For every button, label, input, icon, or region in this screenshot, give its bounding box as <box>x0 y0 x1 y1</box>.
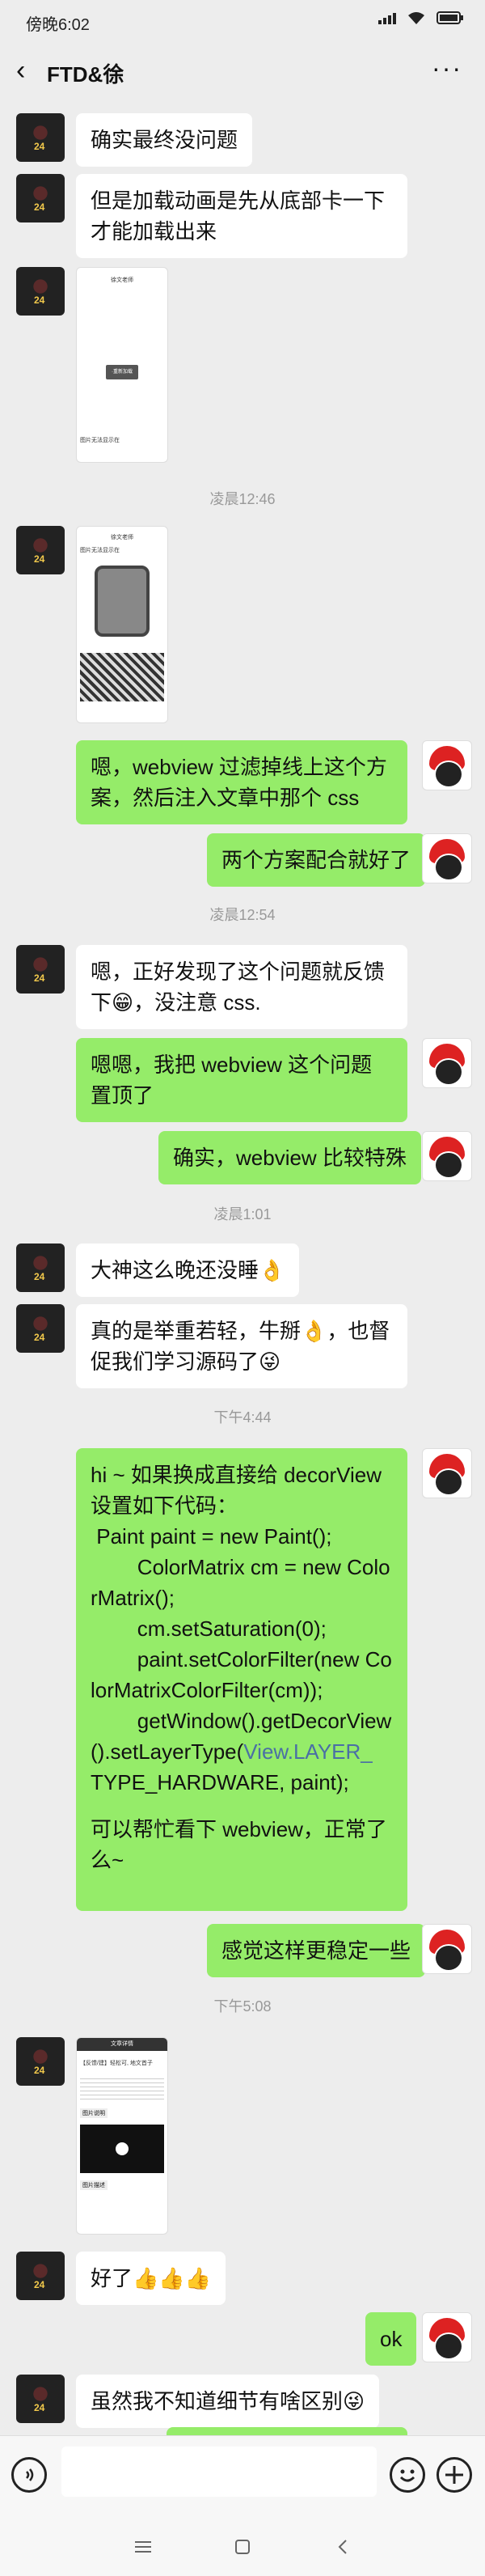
screenshot-tag: 图片描述 <box>80 2180 108 2190</box>
timestamp: 凌晨1:01 <box>213 1206 272 1222</box>
code-line: TYPE_HARDWARE, paint); <box>91 1770 349 1794</box>
message-bubble[interactable]: 好了👍👍👍 <box>76 2252 226 2305</box>
message-bubble[interactable]: 但是加载动画是先从底部卡一下才能加载出来 <box>76 174 407 258</box>
add-icon[interactable] <box>436 2457 472 2493</box>
message-bubble[interactable]: 嗯嗯，我把 webview 这个问题置顶了 <box>76 1038 407 1122</box>
timestamp: 下午4:44 <box>213 1409 272 1426</box>
avatar[interactable] <box>16 113 65 162</box>
comic-image <box>80 653 164 701</box>
avatar[interactable] <box>16 2037 65 2086</box>
code-line: paint.setColorFilter(new ColorMatrixColo… <box>91 1647 392 1702</box>
chat-title: FTD&徐 <box>47 62 124 87</box>
screenshot-tag: 图片说明 <box>80 2108 108 2118</box>
timestamp: 下午5:08 <box>213 1998 272 2015</box>
code-link[interactable]: View.LAYER_ <box>243 1739 372 1764</box>
message-bubble[interactable]: 嗯，webview 过滤掉线上这个方案，然后注入文章中那个 css <box>76 740 407 824</box>
avatar[interactable] <box>422 1038 472 1088</box>
screenshot-caption: 图片无法显示在 <box>80 548 120 553</box>
message-bubble[interactable]: 感觉这样更稳定一些 <box>207 1924 426 1977</box>
code-line: ColorMatrix cm = new ColorMatrix(); <box>91 1555 390 1610</box>
status-bar: 傍晚6:02 <box>0 0 485 40</box>
voice-icon[interactable] <box>11 2457 47 2493</box>
timestamp: 凌晨12:54 <box>209 907 276 923</box>
message-text: 可以帮忙看下 webview，正常了么~ <box>91 1817 387 1872</box>
message-bubble[interactable]: 确实最终没问题 <box>76 113 253 167</box>
screenshot-title: 徐文老师 <box>111 535 133 540</box>
avatar[interactable] <box>16 174 65 222</box>
message-bubble[interactable]: 虽然我不知道细节有啥区别😜 <box>76 2375 380 2428</box>
avatar[interactable] <box>16 526 65 574</box>
avatar[interactable] <box>16 2375 65 2423</box>
screenshot-title: 徐文老师 <box>111 278 133 283</box>
image-message[interactable]: 徐文老师 图片无法显示在 <box>76 526 168 723</box>
message-bubble[interactable]: 两个方案配合就好了 <box>207 833 426 887</box>
image-message[interactable]: 徐文老师 ·重新加载 图片无法显示在 <box>76 267 168 463</box>
screenshot-reload-button: ·重新加载 <box>106 365 138 379</box>
screenshot-text-lines <box>80 2075 164 2099</box>
emoji-icon[interactable] <box>390 2457 425 2493</box>
message-bubble[interactable]: 确实，webview 比较特殊 <box>158 1131 421 1184</box>
image-message[interactable]: 文章详情 【反馈/建】轻松可, 地文首子 图片说明 图片描述 <box>76 2037 168 2235</box>
play-icon <box>116 2142 129 2155</box>
avatar[interactable] <box>16 945 65 994</box>
wifi-icon <box>408 12 424 24</box>
code-line-with-link: getWindow().getDecorView().setLayerType(… <box>91 1705 393 1767</box>
code-line: Paint paint = new Paint(); <box>91 1524 332 1549</box>
menu-icon[interactable] <box>133 2539 154 2555</box>
avatar[interactable] <box>422 740 472 790</box>
status-icons <box>378 11 464 24</box>
avatar[interactable] <box>422 1131 472 1181</box>
avatar[interactable] <box>16 1304 65 1353</box>
avatar[interactable] <box>16 1244 65 1292</box>
timestamp: 凌晨12:46 <box>209 491 276 507</box>
screenshot-caption: 图片无法显示在 <box>80 438 120 443</box>
screenshot-title: 文章详情 <box>77 2038 167 2051</box>
backpack-image <box>95 566 150 637</box>
avatar[interactable] <box>422 1924 472 1974</box>
video-thumbnail <box>80 2125 164 2173</box>
message-bubble-code[interactable]: hi ~ 如果换成直接给 decorView 设置如下代码： Paint pai… <box>76 1448 407 1911</box>
battery-icon <box>436 11 463 24</box>
home-icon[interactable] <box>233 2537 252 2557</box>
code-line: cm.setSaturation(0); <box>91 1616 327 1641</box>
message-bubble[interactable]: 真的是举重若轻，牛掰👌，也督促我们学习源码了😜 <box>76 1304 407 1388</box>
avatar[interactable] <box>422 1448 472 1498</box>
back-button[interactable]: ‹ <box>16 57 25 84</box>
status-time: 傍晚6:02 <box>26 16 90 34</box>
avatar[interactable] <box>422 2312 472 2362</box>
avatar[interactable] <box>16 267 65 316</box>
message-bubble[interactable]: ok <box>365 2312 417 2366</box>
message-input[interactable] <box>61 2447 377 2497</box>
message-bubble[interactable]: 大神这么晚还没睡👌 <box>76 1244 300 1297</box>
avatar[interactable] <box>16 2252 65 2300</box>
more-options-icon[interactable]: ··· <box>432 53 462 83</box>
avatar[interactable] <box>422 833 472 883</box>
message-bubble[interactable]: 嗯，正好发现了这个问题就反馈下😁，没注意 css. <box>76 945 407 1029</box>
screenshot-subtitle: 【反馈/建】轻松可, 地文首子 <box>80 2061 153 2066</box>
message-text: hi ~ 如果换成直接给 decorView 设置如下代码： <box>91 1463 382 1518</box>
nav-back-icon[interactable] <box>333 2537 352 2557</box>
signal-icon <box>378 11 396 24</box>
